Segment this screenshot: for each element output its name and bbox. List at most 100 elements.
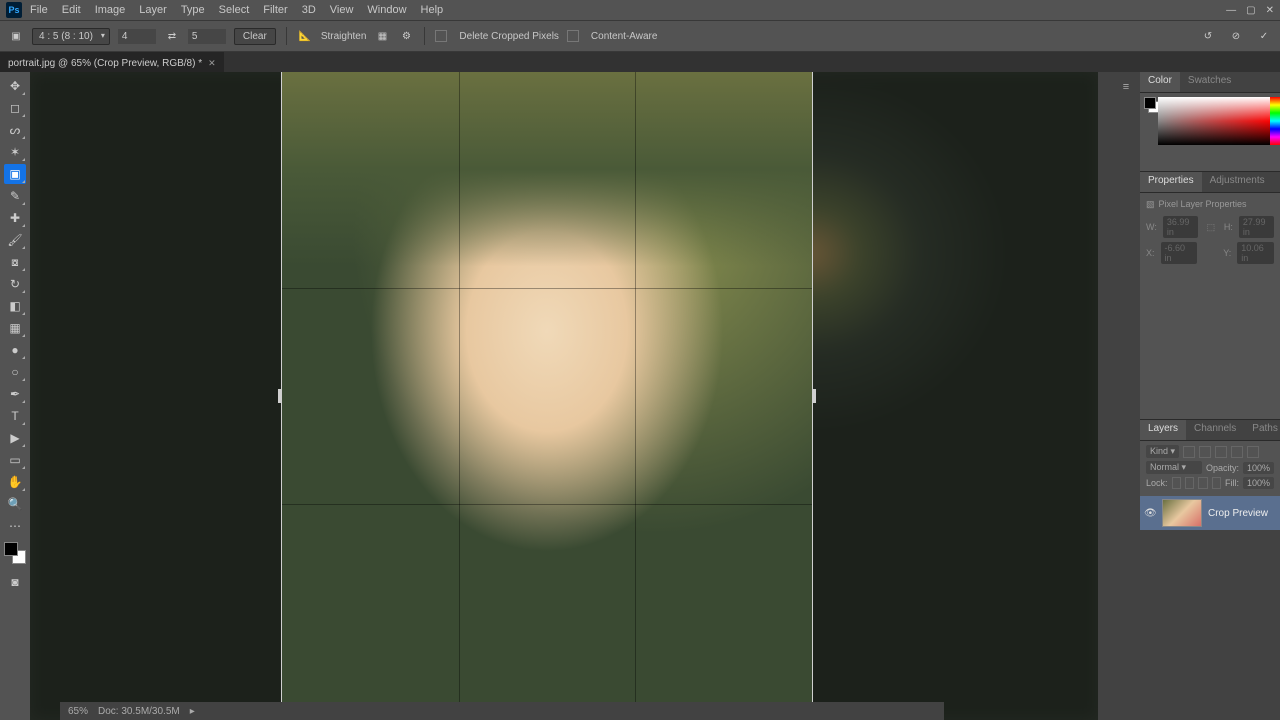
quickmask-toggle[interactable]: ◙ — [4, 572, 26, 592]
opacity-field[interactable]: 100% — [1243, 462, 1274, 474]
layers-tab[interactable]: Layers — [1140, 420, 1186, 440]
fg-swatch-mini[interactable] — [1144, 97, 1156, 109]
crop-handle-tl[interactable] — [281, 72, 292, 82]
prop-x-field[interactable]: -6.60 in — [1161, 242, 1198, 264]
document-tab[interactable]: portrait.jpg @ 65% (Crop Preview, RGB/8)… — [0, 52, 224, 74]
reset-crop-icon[interactable]: ↺ — [1200, 28, 1216, 44]
dodge-tool[interactable]: ○ — [4, 362, 26, 382]
crop-height-input[interactable] — [188, 29, 226, 44]
lasso-tool[interactable]: ᔕ — [4, 120, 26, 140]
lock-transparency-icon[interactable] — [1172, 477, 1181, 489]
prop-h-field[interactable]: 27.99 in — [1239, 216, 1274, 238]
menu-window[interactable]: Window — [367, 4, 406, 16]
menu-layer[interactable]: Layer — [139, 4, 167, 16]
blend-mode-dropdown[interactable]: Normal ▾ — [1146, 461, 1202, 474]
gradient-tool[interactable]: ▦ — [4, 318, 26, 338]
history-brush-tool[interactable]: ↻ — [4, 274, 26, 294]
eraser-tool[interactable]: ◧ — [4, 296, 26, 316]
filter-pixel-icon[interactable] — [1183, 446, 1195, 458]
move-tool[interactable]: ✥ — [4, 76, 26, 96]
menu-image[interactable]: Image — [95, 4, 126, 16]
channels-tab[interactable]: Channels — [1186, 420, 1244, 440]
canvas-scrollbar[interactable] — [1098, 72, 1112, 720]
clone-stamp-tool[interactable]: ⧇ — [4, 252, 26, 272]
pen-tool[interactable]: ✒ — [4, 384, 26, 404]
lock-position-icon[interactable] — [1198, 477, 1207, 489]
menu-3d[interactable]: 3D — [302, 4, 316, 16]
straighten-label[interactable]: Straighten — [321, 31, 367, 42]
close-tab-icon[interactable]: ✕ — [208, 58, 216, 69]
crop-options-icon[interactable]: ⚙ — [398, 28, 414, 44]
minimize-icon[interactable]: — — [1226, 5, 1236, 16]
lock-pixels-icon[interactable] — [1185, 477, 1194, 489]
crop-handle-r[interactable] — [812, 389, 816, 403]
adjustments-tab[interactable]: Adjustments — [1202, 172, 1273, 192]
crop-handle-tr[interactable] — [802, 72, 813, 82]
marquee-tool[interactable]: ◻ — [4, 98, 26, 118]
eyedropper-tool[interactable]: ✎ — [4, 186, 26, 206]
fill-field[interactable]: 100% — [1243, 477, 1274, 489]
layer-row[interactable]: 👁 Crop Preview — [1140, 496, 1280, 530]
path-select-tool[interactable]: ▶ — [4, 428, 26, 448]
crop-box[interactable] — [282, 72, 812, 720]
menu-select[interactable]: Select — [219, 4, 250, 16]
crop-tool-icon: ▣ — [8, 28, 24, 44]
shape-tool[interactable]: ▭ — [4, 450, 26, 470]
filter-adjust-icon[interactable] — [1199, 446, 1211, 458]
filter-shape-icon[interactable] — [1231, 446, 1243, 458]
layer-thumbnail[interactable] — [1162, 499, 1202, 527]
color-field[interactable] — [1158, 97, 1274, 145]
close-icon[interactable]: ✕ — [1266, 5, 1274, 16]
menu-type[interactable]: Type — [181, 4, 205, 16]
content-aware-checkbox[interactable] — [567, 30, 579, 42]
clear-button[interactable]: Clear — [234, 28, 276, 45]
layer-options: Kind ▾ Normal ▾ Opacity: 100% Lock: — [1140, 441, 1280, 496]
color-tab[interactable]: Color — [1140, 72, 1180, 92]
layer-name[interactable]: Crop Preview — [1208, 508, 1268, 519]
paths-tab[interactable]: Paths — [1244, 420, 1280, 440]
menu-file[interactable]: File — [30, 4, 48, 16]
zoom-tool[interactable]: 🔍 — [4, 494, 26, 514]
commit-crop-icon[interactable]: ✓ — [1256, 28, 1272, 44]
prop-w-label: W: — [1146, 222, 1157, 232]
menu-edit[interactable]: Edit — [62, 4, 81, 16]
layer-visibility-icon[interactable]: 👁 — [1144, 508, 1156, 519]
crop-tool[interactable]: ▣ — [4, 164, 26, 184]
link-wh-icon[interactable]: ⬚ — [1204, 222, 1218, 233]
foreground-color-swatch[interactable] — [4, 542, 18, 556]
swap-dimensions-icon[interactable]: ⇄ — [164, 28, 180, 44]
filter-type-icon[interactable] — [1215, 446, 1227, 458]
history-panel-icon[interactable]: ≡ — [1117, 78, 1135, 96]
cancel-crop-icon[interactable]: ⊘ — [1228, 28, 1244, 44]
more-tools-icon[interactable]: ⋯ — [4, 516, 26, 536]
menu-filter[interactable]: Filter — [263, 4, 287, 16]
healing-brush-tool[interactable]: ✚ — [4, 208, 26, 228]
canvas[interactable]: 65% Doc: 30.5M/30.5M ▸ — [30, 72, 1098, 720]
overlay-grid-icon[interactable]: ▦ — [374, 28, 390, 44]
quick-select-tool[interactable]: ✶ — [4, 142, 26, 162]
swatches-tab[interactable]: Swatches — [1180, 72, 1239, 92]
prop-w-field[interactable]: 36.99 in — [1163, 216, 1198, 238]
delete-cropped-checkbox[interactable] — [435, 30, 447, 42]
brush-tool[interactable]: 🖌 — [4, 230, 26, 250]
filter-kind-dropdown[interactable]: Kind ▾ — [1146, 445, 1179, 458]
blur-tool[interactable]: ● — [4, 340, 26, 360]
filter-smart-icon[interactable] — [1247, 446, 1259, 458]
status-more-icon[interactable]: ▸ — [190, 706, 195, 717]
prop-y-field[interactable]: 10.06 in — [1237, 242, 1274, 264]
menu-help[interactable]: Help — [421, 4, 444, 16]
doc-size[interactable]: Doc: 30.5M/30.5M — [98, 706, 180, 717]
straighten-icon[interactable]: 📐 — [297, 28, 313, 44]
properties-tab[interactable]: Properties — [1140, 172, 1202, 192]
crop-handle-l[interactable] — [278, 389, 282, 403]
hand-tool[interactable]: ✋ — [4, 472, 26, 492]
menu-view[interactable]: View — [330, 4, 354, 16]
foreground-background-swatch[interactable] — [4, 542, 26, 564]
crop-ratio-dropdown[interactable]: 4 : 5 (8 : 10) — [32, 28, 110, 45]
hue-slider[interactable] — [1270, 97, 1280, 145]
lock-all-icon[interactable] — [1212, 477, 1221, 489]
maximize-icon[interactable]: ▢ — [1246, 5, 1255, 16]
zoom-level[interactable]: 65% — [68, 706, 88, 717]
crop-width-input[interactable] — [118, 29, 156, 44]
type-tool[interactable]: T — [4, 406, 26, 426]
